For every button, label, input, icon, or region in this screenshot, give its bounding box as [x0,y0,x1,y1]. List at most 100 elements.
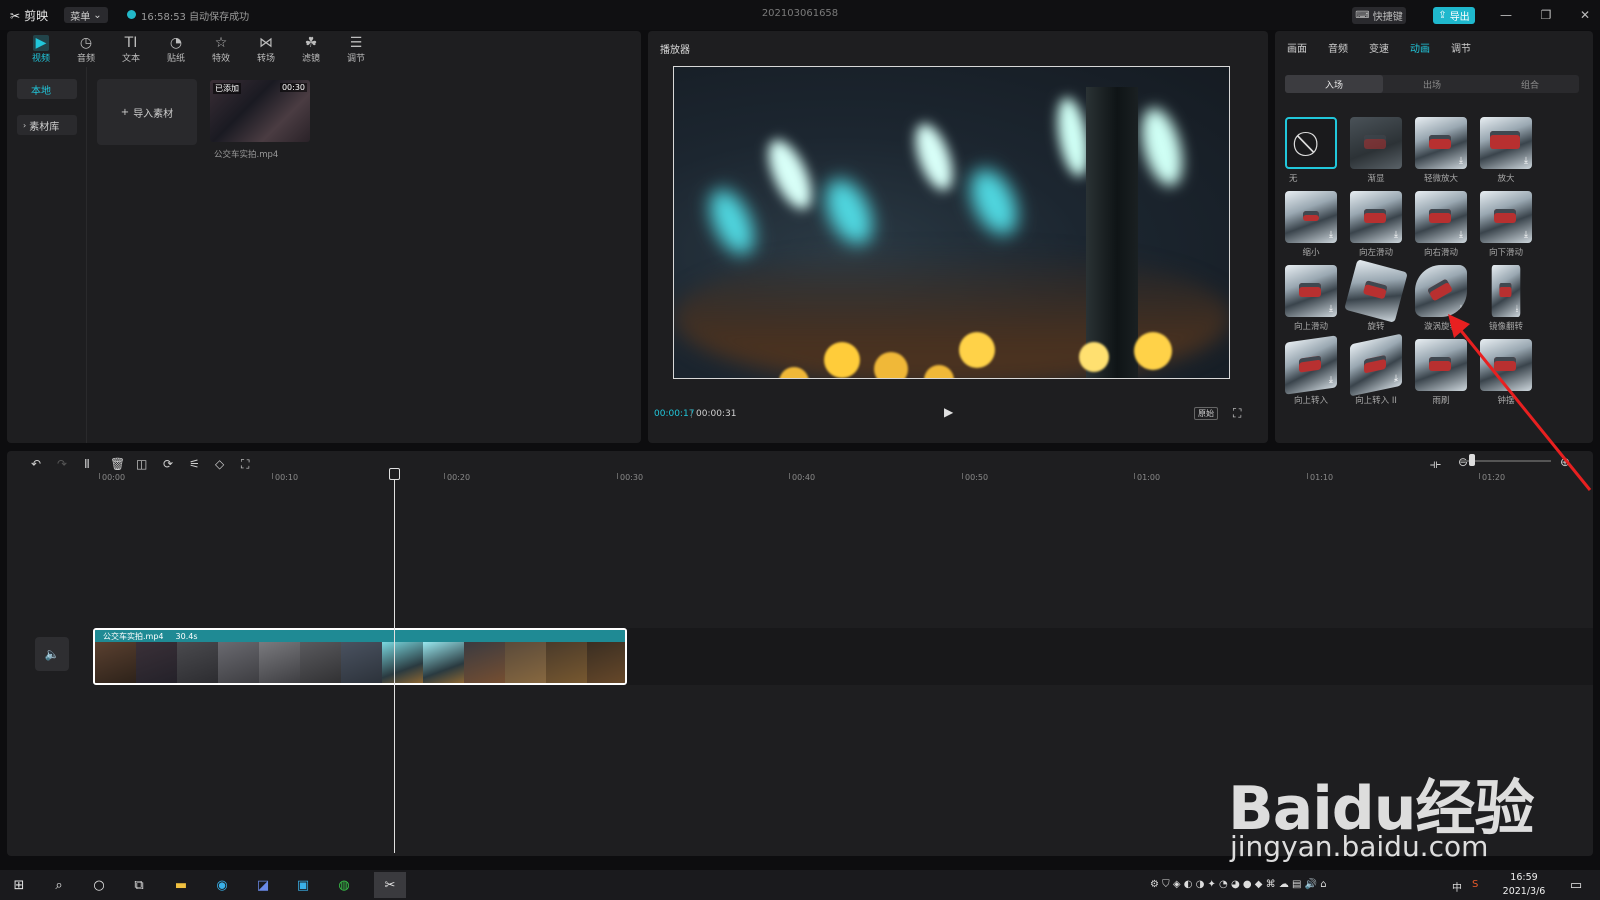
chevron-right-icon: › [23,120,27,130]
file-explorer-icon[interactable]: ▬ [170,875,192,895]
tab-adjust[interactable]: ☰ 调节 [334,33,378,65]
close-icon[interactable]: ✕ [1574,6,1596,24]
tab-picture[interactable]: 画面 [1287,40,1307,55]
clock-date: 2021/3/6 [1502,886,1546,897]
freeze-icon[interactable]: ◫ [136,457,147,471]
player-title: 播放器 [660,45,690,56]
subtab-out[interactable]: 出场 [1383,75,1481,93]
export-button[interactable]: ⇪ 导出 [1433,7,1475,24]
aspect-ratio-button[interactable]: 原始 [1194,407,1218,420]
reverse-icon[interactable]: ⟳ [163,457,173,471]
tab-video[interactable]: ▶ 视频 [19,33,63,65]
redo-icon[interactable]: ↷ [57,457,67,471]
subtab-combo[interactable]: 组合 [1481,75,1579,93]
search-icon[interactable]: ⌕ [48,875,70,895]
tool-label: 文本 [121,53,140,64]
bokeh-light [959,332,995,368]
import-media-button[interactable]: + 导入素材 [97,79,197,145]
crop-icon[interactable]: ⛶ [241,457,249,472]
animation-label: 向左滑动 [1358,248,1393,258]
animation-turn-up-2[interactable]: ⤓ 向上转入 II [1350,333,1402,411]
ime-indicator[interactable]: 中 [1452,879,1462,894]
tab-text[interactable]: TI 文本 [109,33,153,65]
tab-filter[interactable]: ☘ 滤镜 [289,33,333,65]
restore-icon[interactable]: ❐ [1535,6,1557,24]
play-icon[interactable]: ▶ [944,405,958,419]
media-clip-thumbnail[interactable]: 已添加 00:30 [210,80,310,142]
tab-sticker[interactable]: ◔ 贴纸 [154,33,198,65]
animation-slight-zoom[interactable]: ⤓ 轻微放大 [1415,117,1467,189]
bokeh-light [907,118,961,196]
app-icon[interactable]: ▣ [292,875,314,895]
wechat-icon[interactable]: ◍ [333,875,355,895]
tab-animation[interactable]: 动画 [1410,40,1430,55]
tab-speed[interactable]: 变速 [1369,40,1389,55]
tool-label: 滤镜 [301,53,320,64]
ruler-label: 00:40 [792,473,816,482]
animation-zoom-out[interactable]: ⤓ 缩小 [1285,191,1337,263]
playhead-handle[interactable] [389,468,400,480]
app-name: 剪映 [24,9,49,23]
shortcut-label: 快捷键 [1372,12,1403,23]
edge-icon[interactable]: ◉ [211,875,233,895]
bokeh-light [874,352,908,378]
capcut-icon: ✂ [10,8,21,23]
animation-slide-right[interactable]: ⤓ 向右滑动 [1415,191,1467,263]
autosave-text: 16:58:53 自动保存成功 [141,12,250,23]
sogou-icon[interactable]: S [1472,879,1478,890]
track-mute-button[interactable]: 🔈 [35,637,69,671]
playhead[interactable] [394,471,395,853]
minimize-icon[interactable]: — [1495,6,1517,24]
animation-zoom-in[interactable]: ⤓ 放大 [1480,117,1532,189]
tool-label: 视频 [31,53,50,64]
animation-subtabs: 入场 出场 组合 [1285,75,1579,93]
split-icon[interactable]: Ⅱ [84,457,90,471]
download-icon: ⤓ [1394,230,1398,240]
animation-turn-up[interactable]: ⤓ 向上转入 [1285,335,1337,411]
windows-start-icon[interactable]: ⊞ [8,875,30,895]
taskbar-clock[interactable]: 16:59 2021/3/6 [1494,871,1554,899]
animation-label: 向上滑动 [1293,322,1328,332]
rotate-icon[interactable]: ◇ [215,457,224,471]
capcut-taskbar-icon[interactable]: ✂ [374,872,406,898]
notification-icon[interactable]: ▭ [1565,875,1587,895]
video-preview[interactable] [673,66,1230,379]
tab-effects[interactable]: ☆ 特效 [199,33,243,65]
sticker-icon: ◔ [169,34,183,51]
task-view-icon[interactable]: ⧉ [128,875,150,895]
mirror-icon[interactable]: ⚟ [189,457,200,471]
fullscreen-icon[interactable]: ⛶ [1233,406,1241,421]
download-icon: ⤓ [1329,230,1333,240]
effects-icon: ☆ [214,34,228,51]
tab-audio-props[interactable]: 音频 [1328,40,1348,55]
autosave-status-icon [127,10,136,19]
animation-rotate[interactable]: 旋转 [1344,259,1408,337]
video-icon: ▶ [32,34,50,51]
tool-label: 调节 [346,53,365,64]
undo-icon[interactable]: ↶ [31,457,41,471]
video-clip[interactable]: 公交车实拍.mp4 30.4s [93,628,627,685]
menu-button[interactable]: 菜单 ⌄ [64,7,108,23]
app-icon[interactable]: ◪ [252,875,274,895]
shortcut-button[interactable]: ⌨ 快捷键 [1352,7,1406,24]
ruler-tick-line [962,473,963,479]
animation-slide-down[interactable]: ⤓ 向下滑动 [1480,191,1532,263]
sidebar-item-library[interactable]: › 素材库 [17,115,77,135]
sidebar-item-local[interactable]: 本地 [17,79,77,99]
filter-icon: ☘ [304,34,318,51]
cortana-icon[interactable]: ○ [88,875,110,895]
tab-transition[interactable]: ⋈ 转场 [244,33,288,65]
clip-frame [218,642,259,683]
subtab-in[interactable]: 入场 [1285,75,1383,93]
animation-fade-in[interactable]: 渐显 [1350,117,1402,189]
tab-adjust-props[interactable]: 调节 [1451,40,1471,55]
animation-slide-up[interactable]: ⤓ 向上滑动 [1285,265,1337,337]
ruler-tick-line [789,473,790,479]
bokeh-light [759,133,821,216]
animation-slide-left[interactable]: ⤓ 向左滑动 [1350,191,1402,263]
animation-none[interactable]: ⃠ 无 [1285,117,1337,189]
delete-icon[interactable]: 🗑 [110,457,125,471]
clip-header: 公交车实拍.mp4 30.4s [95,630,625,642]
keyboard-icon: ⌨ [1355,10,1370,21]
tab-audio[interactable]: ◷ 音频 [64,33,108,65]
